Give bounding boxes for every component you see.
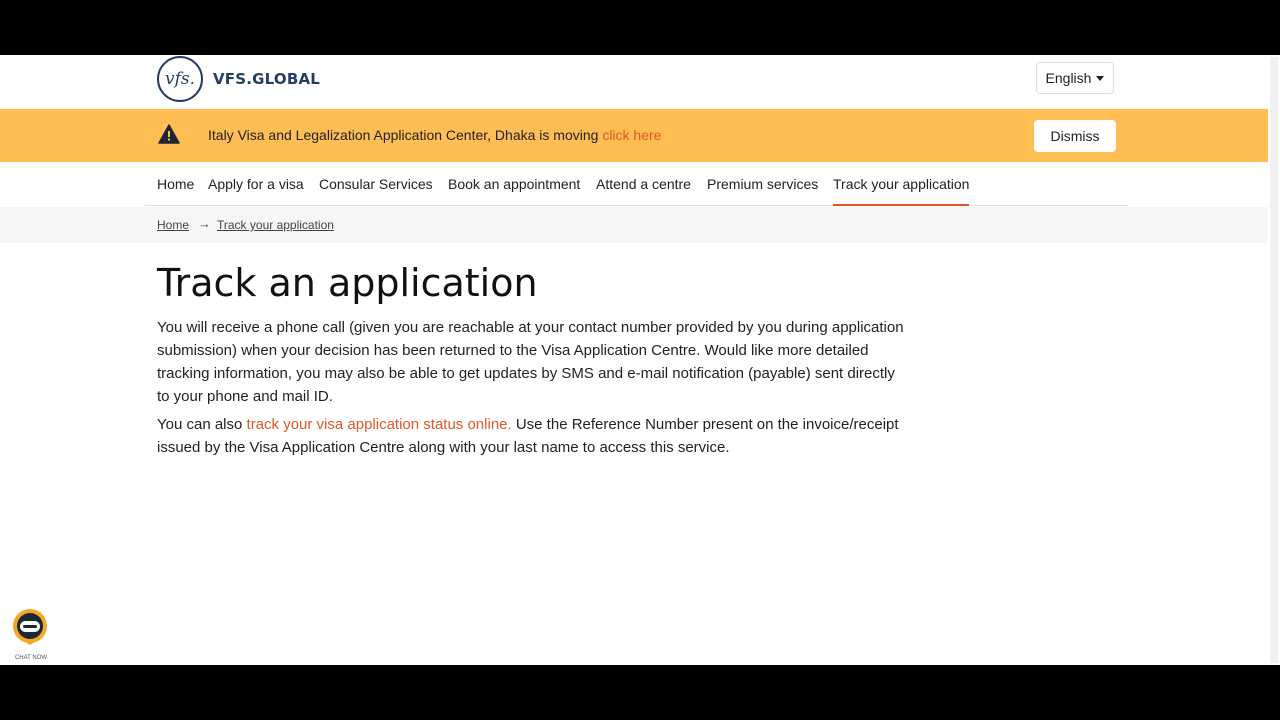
- breadcrumb-current-link[interactable]: Track your application: [217, 218, 334, 232]
- intro-paragraph: You will receive a phone call (given you…: [157, 319, 904, 405]
- nav-item-apply-for-a-visa[interactable]: Apply for a visa: [208, 176, 304, 192]
- nav-item-attend-a-centre[interactable]: Attend a centre: [596, 176, 691, 192]
- chat-now-label: CHAT NOW: [14, 655, 48, 661]
- banner-click-here-link[interactable]: click here: [602, 127, 661, 143]
- nav-item-consular-services[interactable]: Consular Services: [319, 176, 433, 192]
- language-label: English: [1045, 70, 1092, 86]
- page-title: Track an application: [157, 261, 538, 305]
- nav-item-premium-services[interactable]: Premium services: [707, 176, 818, 192]
- logo-mark: vfs.: [157, 56, 203, 102]
- dismiss-button[interactable]: Dismiss: [1034, 120, 1116, 152]
- arrow-right-icon: →: [198, 216, 211, 231]
- logo-text: VFS.GLOBAL: [213, 70, 321, 88]
- scrollbar-thumb[interactable]: [1270, 57, 1278, 663]
- breadcrumb-home-link[interactable]: Home: [157, 218, 189, 232]
- nav-item-book-an-appointment[interactable]: Book an appointment: [448, 176, 580, 192]
- site-header: vfs. VFS.GLOBAL English: [0, 55, 1268, 109]
- chat-bot-icon: [13, 609, 47, 645]
- nav-item-home[interactable]: Home: [157, 176, 194, 192]
- nav-item-track-your-application[interactable]: Track your application: [833, 176, 970, 206]
- warning-icon: [158, 124, 180, 144]
- para2-prefix: You can also: [157, 416, 247, 433]
- banner-message-text: Italy Visa and Legalization Application …: [208, 127, 599, 143]
- online-tracking-paragraph: You can also track your visa application…: [157, 413, 907, 459]
- main-nav: Home Apply for a visa Consular Services …: [145, 162, 1128, 206]
- notice-banner: Italy Visa and Legalization Application …: [0, 109, 1280, 162]
- caret-down-icon: [1096, 75, 1105, 81]
- vfs-logo[interactable]: vfs. VFS.GLOBAL: [157, 56, 320, 102]
- banner-message: Italy Visa and Legalization Application …: [208, 127, 661, 143]
- page-scrollbar[interactable]: [1268, 55, 1280, 665]
- chat-widget[interactable]: CHAT NOW: [10, 607, 54, 661]
- track-status-online-link[interactable]: track your visa application status onlin…: [247, 416, 512, 433]
- browser-page: vfs. VFS.GLOBAL English Italy Visa and L…: [0, 55, 1280, 665]
- breadcrumb: Home → Track your application: [0, 207, 1268, 243]
- language-dropdown[interactable]: English: [1036, 62, 1114, 94]
